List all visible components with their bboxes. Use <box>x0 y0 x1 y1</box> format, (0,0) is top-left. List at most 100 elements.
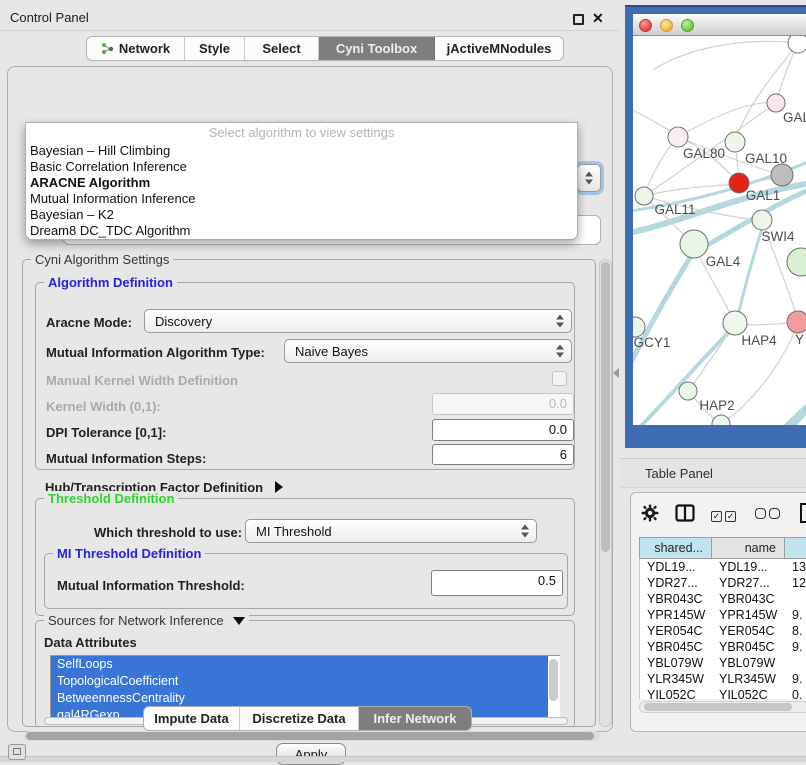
network-window-titlebar[interactable] <box>633 14 806 36</box>
tab-network[interactable]: Network <box>87 37 185 60</box>
new-table-icon[interactable] <box>799 502 806 529</box>
network-node[interactable] <box>771 164 793 186</box>
network-node-hap2[interactable] <box>679 382 697 400</box>
manual-kernel-checkbox[interactable] <box>552 371 567 386</box>
minimize-window-icon[interactable] <box>660 19 673 32</box>
table-row[interactable]: YBL079WYBL079W <box>640 655 806 671</box>
scrollbar-thumb[interactable] <box>644 703 792 711</box>
settings-horizontal-scrollbar[interactable] <box>24 731 600 741</box>
split-columns-icon[interactable] <box>675 504 695 527</box>
table-row[interactable]: YBR045CYBR045C9. <box>640 639 806 655</box>
restore-panel-button[interactable] <box>8 744 26 760</box>
network-edge <box>779 398 806 425</box>
dpi-tolerance-label: DPI Tolerance [0,1]: <box>46 425 166 440</box>
network-window-frame[interactable]: GALGAL80GAL10GAL1GAL11SWI4GAL4GCY1HAP4YH… <box>625 5 806 448</box>
tab-label: jActiveMNodules <box>447 41 552 56</box>
network-node[interactable] <box>788 36 806 53</box>
table-cell: YPR145W <box>712 607 785 623</box>
algorithm-combo-stepper[interactable] <box>577 164 601 192</box>
tab-select[interactable]: Select <box>245 37 319 60</box>
sources-group-title[interactable]: Sources for Network Inference <box>44 613 249 628</box>
network-node[interactable] <box>712 415 730 425</box>
tab-jactivemnodules[interactable]: jActiveMNodules <box>435 37 563 60</box>
which-threshold-value: MI Threshold <box>256 524 332 539</box>
node-label-hap2: HAP2 <box>699 398 734 413</box>
mi-algorithm-type-select[interactable]: Naive Bayes <box>284 339 572 363</box>
close-window-icon[interactable] <box>639 19 652 32</box>
algorithm-option-bayesian-hill-climbing[interactable]: Bayesian – Hill Climbing <box>26 143 577 159</box>
table-cell: YBR045C <box>712 639 785 655</box>
unselect-all-columns-icon[interactable] <box>755 506 783 524</box>
cyni-algorithm-settings-group: Cyni Algorithm Settings Algorithm Defini… <box>22 259 596 727</box>
stepper-arrows-icon <box>585 172 594 185</box>
tab-cyni-toolbox[interactable]: Cyni Toolbox <box>319 37 435 60</box>
mi-steps-label: Mutual Information Steps: <box>46 451 206 466</box>
attributes-vertical-scrollbar[interactable] <box>548 656 560 722</box>
network-node-hap4[interactable] <box>723 311 747 335</box>
dpi-tolerance-field[interactable]: 0.0 <box>432 419 574 441</box>
attribute-item-selfloops[interactable]: SelfLoops <box>51 656 559 673</box>
manual-kernel-label: Manual Kernel Width Definition <box>46 373 238 388</box>
table-cell: YDR27... <box>712 575 785 591</box>
tab-infer-network[interactable]: Infer Network <box>359 707 471 730</box>
attribute-item-betweennesscentrality[interactable]: BetweennessCentrality <box>51 690 559 707</box>
attribute-item-topologicalcoefficient[interactable]: TopologicalCoefficient <box>51 673 559 690</box>
network-node-y[interactable] <box>787 311 806 333</box>
aracne-mode-select[interactable]: Discovery <box>144 309 572 333</box>
algorithm-option-aracne-algorithm[interactable]: ARACNE Algorithm <box>26 175 577 191</box>
table-cell: 13 <box>785 559 806 575</box>
select-all-columns-icon[interactable]: ✓✓ <box>711 506 739 524</box>
node-label-gal1: GAL1 <box>746 188 781 203</box>
table-header-row: shared...name <box>639 537 806 559</box>
algorithm-option-basic-correlation-inference[interactable]: Basic Correlation Inference <box>26 159 577 175</box>
tab-discretize-data[interactable]: Discretize Data <box>240 707 359 730</box>
table-body: YDL19...YDL19...13YDR27...YDR27...12YBR0… <box>639 559 806 699</box>
table-row[interactable]: YPR145WYPR145W9. <box>640 607 806 623</box>
network-node-gal4[interactable] <box>680 230 708 258</box>
table-window: ✓✓ shared...name YDL19...YDL19...13YDR27… <box>630 492 806 732</box>
tab-impute-data[interactable]: Impute Data <box>144 707 240 730</box>
algorithm-option-mutual-information-inference[interactable]: Mutual Information Inference <box>26 191 577 207</box>
scrollbar-thumb[interactable] <box>26 732 594 740</box>
table-cell: YDL19... <box>640 559 712 575</box>
settings-vertical-scrollbar[interactable] <box>599 259 612 727</box>
node-label-gal10: GAL10 <box>745 151 787 166</box>
aracne-mode-label: Aracne Mode: <box>46 315 132 330</box>
network-canvas[interactable]: GALGAL80GAL10GAL1GAL11SWI4GAL4GCY1HAP4YH… <box>633 36 806 425</box>
kernel-width-field[interactable]: 0.0 <box>432 393 574 415</box>
scrollbar-thumb[interactable] <box>549 659 558 701</box>
tab-label: Discretize Data <box>252 711 345 726</box>
algorithm-option-dream8-dc-tdc-algorithm[interactable]: Dream8 DC_TDC Algorithm <box>26 223 577 239</box>
scrollbar-thumb[interactable] <box>601 262 610 552</box>
mi-threshold-field[interactable]: 0.5 <box>431 570 563 596</box>
table-row[interactable]: YIL052CYIL052C0. <box>640 687 806 699</box>
network-node-gal10[interactable] <box>725 132 745 152</box>
node-label-gal80: GAL80 <box>683 146 725 161</box>
stepper-arrows-icon <box>556 315 565 328</box>
column-header-cut[interactable] <box>785 538 806 558</box>
network-node-gal11[interactable] <box>635 187 653 205</box>
table-row[interactable]: YDR27...YDR27...12 <box>640 575 806 591</box>
tab-style[interactable]: Style <box>185 37 245 60</box>
table-row[interactable]: YLR345WYLR345W9. <box>640 671 806 687</box>
mi-steps-field[interactable]: 6 <box>432 444 574 465</box>
algorithm-option-bayesian-k2[interactable]: Bayesian – K2 <box>26 207 577 223</box>
network-node-gal80[interactable] <box>668 127 688 147</box>
mi-threshold-label: Mutual Information Threshold: <box>57 578 245 593</box>
table-row[interactable]: YER054CYER054C8. <box>640 623 806 639</box>
zoom-window-icon[interactable] <box>681 19 694 32</box>
splitter-collapse-arrow[interactable] <box>613 368 619 378</box>
settings-group-title: Cyni Algorithm Settings <box>31 252 173 267</box>
table-horizontal-scrollbar[interactable] <box>639 701 806 713</box>
close-panel-icon[interactable]: ✕ <box>592 10 604 27</box>
table-cell: 12 <box>785 575 806 591</box>
table-row[interactable]: YDL19...YDL19...13 <box>640 559 806 575</box>
network-node[interactable] <box>787 248 806 276</box>
column-header-shared[interactable]: shared... <box>640 538 712 558</box>
float-panel-icon[interactable] <box>573 14 584 25</box>
column-header-name[interactable]: name <box>712 538 785 558</box>
which-threshold-select[interactable]: MI Threshold <box>245 519 537 543</box>
gear-icon[interactable] <box>641 504 659 527</box>
table-row[interactable]: YBR043CYBR043C <box>640 591 806 607</box>
network-node-swi4[interactable] <box>752 210 772 230</box>
